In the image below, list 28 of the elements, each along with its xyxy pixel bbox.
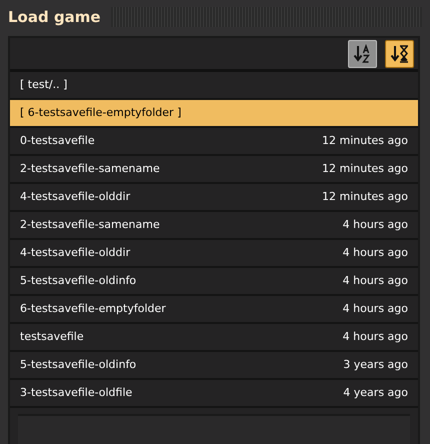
save-name: 4-testsavefile-olddir [20, 188, 130, 205]
save-age: 4 hours ago [342, 328, 408, 345]
save-name: testsavefile [20, 328, 84, 345]
save-age: 3 years ago [343, 356, 408, 373]
sort-by-name-button[interactable] [348, 40, 377, 68]
save-age: 4 years ago [343, 384, 408, 401]
save-name: 2-testsavefile-samename [20, 160, 160, 177]
save-age: 12 minutes ago [322, 132, 408, 149]
save-name: 4-testsavefile-olddir [20, 244, 130, 261]
save-name: 0-testsavefile [20, 132, 95, 149]
save-age: 4 hours ago [342, 300, 408, 317]
save-age: 12 minutes ago [322, 188, 408, 205]
save-age: 4 hours ago [342, 272, 408, 289]
save-name: 2-testsavefile-samename [20, 216, 160, 233]
save-age: 4 hours ago [342, 216, 408, 233]
save-name: 5-testsavefile-oldinfo [20, 356, 136, 373]
sort-by-time-button[interactable] [385, 40, 414, 68]
save-row[interactable]: [ 6-testsavefile-emptyfolder ] [10, 100, 418, 128]
save-name: 5-testsavefile-oldinfo [20, 272, 136, 289]
save-age: 12 minutes ago [322, 160, 408, 177]
sort-time-icon [390, 44, 410, 64]
window-title: Load game [8, 6, 101, 28]
save-name: 6-testsavefile-emptyfolder [20, 300, 166, 317]
sort-alphabetical-icon [352, 44, 372, 64]
save-name: [ 6-testsavefile-emptyfolder ] [20, 104, 182, 121]
save-age: 4 hours ago [342, 244, 408, 261]
save-name: [ test/.. ] [20, 76, 68, 93]
save-name: 3-testsavefile-oldfile [20, 384, 132, 401]
